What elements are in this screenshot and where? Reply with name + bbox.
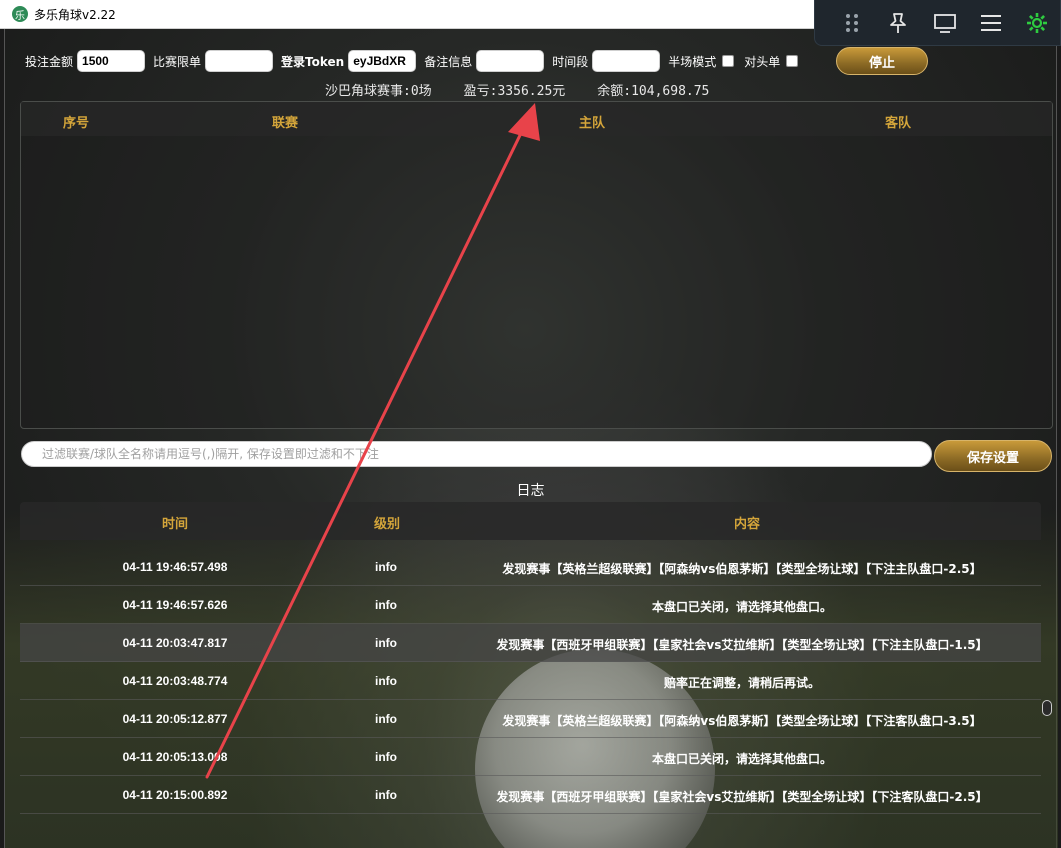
log-content: 赔率正在调整，请稍后再试。 [663,676,820,690]
match-table-header: 序号 联赛 主队 客队 [21,102,1052,136]
match-limit-label: 比赛限单 [153,54,202,69]
hedge-checkbox[interactable] [786,55,799,67]
log-level: info [375,712,397,726]
log-time: 04-11 19:46:57.626 [122,598,228,612]
log-row: 04-11 20:05:12.877 info 发现赛事【英格兰超级联赛】【阿森纳v… [20,700,1041,738]
app-logo-icon: 乐 [12,6,28,22]
log-time: 04-11 20:05:13.008 [122,750,228,764]
log-level: info [375,560,397,574]
column-header-content: 内容 [734,517,761,532]
log-row: 04-11 20:15:00.892 info 发现赛事【西班牙甲组联赛】【皇家社会… [20,776,1041,814]
log-scroll-thumb[interactable] [1042,700,1052,716]
log-time: 04-11 19:46:57.498 [122,560,228,574]
column-header-away-team: 客队 [885,116,912,131]
column-header-level: 级别 [374,517,401,532]
settings-icon[interactable] [1014,0,1060,46]
half-mode-label: 半场模式 [668,54,717,69]
time-range-label: 时间段 [552,54,589,69]
remark-input[interactable] [476,50,545,72]
window-title: 多乐角球v2.22 [34,7,116,22]
balance-text: 余额:104,698.75 [597,84,710,99]
log-level: info [375,750,397,764]
control-bar: 投注金额 比赛限单 登录Token 备注信息 时间段 半场模式 对头单 [25,49,808,73]
overlay-toolbar [814,0,1061,46]
token-input[interactable] [348,50,417,72]
profit-text: 盈亏:3356.25元 [463,84,566,99]
filter-input[interactable] [21,441,932,467]
save-settings-button[interactable]: 保存设置 [934,440,1052,472]
log-time: 04-11 20:05:12.877 [122,712,228,726]
log-table-header: 时间 级别 内容 [20,502,1041,540]
log-row: 04-11 20:03:47.817 info 发现赛事【西班牙甲组联赛】【皇家社会… [20,624,1041,662]
log-time: 04-11 20:03:47.817 [122,636,228,650]
drag-handle-icon[interactable] [829,0,875,46]
bet-amount-input[interactable] [77,50,146,72]
bet-amount-label: 投注金额 [25,54,74,69]
log-level: info [375,636,397,650]
log-title: 日志 [516,483,545,499]
log-level: info [375,598,397,612]
log-level: info [375,674,397,688]
log-content: 本盘口已关闭，请选择其他盘口。 [651,752,832,766]
half-mode-checkbox[interactable] [722,55,735,67]
stop-button[interactable]: 停止 [836,47,928,75]
column-header-index: 序号 [63,116,90,131]
log-row: 04-11 20:05:13.008 info 本盘口已关闭，请选择其他盘口。 [20,738,1041,776]
match-table: 序号 联赛 主队 客队 [20,101,1053,429]
time-range-input[interactable] [592,50,661,72]
log-row: 04-11 19:46:57.498 info 发现赛事【英格兰超级联赛】【阿森纳v… [20,548,1041,586]
log-row: 04-11 19:46:57.626 info 本盘口已关闭，请选择其他盘口。 [20,586,1041,624]
pin-icon[interactable] [875,0,921,46]
log-content: 本盘口已关闭，请选择其他盘口。 [651,600,832,614]
log-content: 发现赛事【西班牙甲组联赛】【皇家社会vs艾拉维斯】【类型全场让球】【下注主队盘口… [496,638,988,652]
monitor-icon[interactable] [921,0,967,46]
log-time: 04-11 20:15:00.892 [122,788,228,802]
log-time: 04-11 20:03:48.774 [122,674,228,688]
log-content: 发现赛事【英格兰超级联赛】【阿森纳vs伯恩茅斯】【类型全场让球】【下注主队盘口-… [502,562,982,576]
log-level: info [375,788,397,802]
log-content: 发现赛事【西班牙甲组联赛】【皇家社会vs艾拉维斯】【类型全场让球】【下注客队盘口… [496,790,988,804]
log-table: 时间 级别 内容 04-11 19:46:57.498 info 发现赛事【英格兰超… [20,502,1041,844]
log-scrollbar[interactable] [1041,540,1053,840]
log-row: 04-11 20:03:48.774 info 赔率正在调整，请稍后再试。 [20,662,1041,700]
menu-icon[interactable] [968,0,1014,46]
column-header-league: 联赛 [272,116,299,131]
match-limit-input[interactable] [205,50,274,72]
token-label: 登录Token [281,54,345,69]
log-content: 发现赛事【英格兰超级联赛】【阿森纳vs伯恩茅斯】【类型全场让球】【下注客队盘口-… [502,714,982,728]
column-header-time: 时间 [162,517,189,532]
column-header-home-team: 主队 [579,116,606,131]
match-count-text: 沙巴角球赛事:0场 [325,84,432,99]
remark-label: 备注信息 [424,54,473,69]
log-rows: 04-11 19:46:57.498 info 发现赛事【英格兰超级联赛】【阿森纳v… [20,548,1041,814]
summary-bar: 沙巴角球赛事:0场 盈亏:3356.25元 余额:104,698.75 [325,80,709,100]
hedge-label: 对头单 [744,54,781,69]
